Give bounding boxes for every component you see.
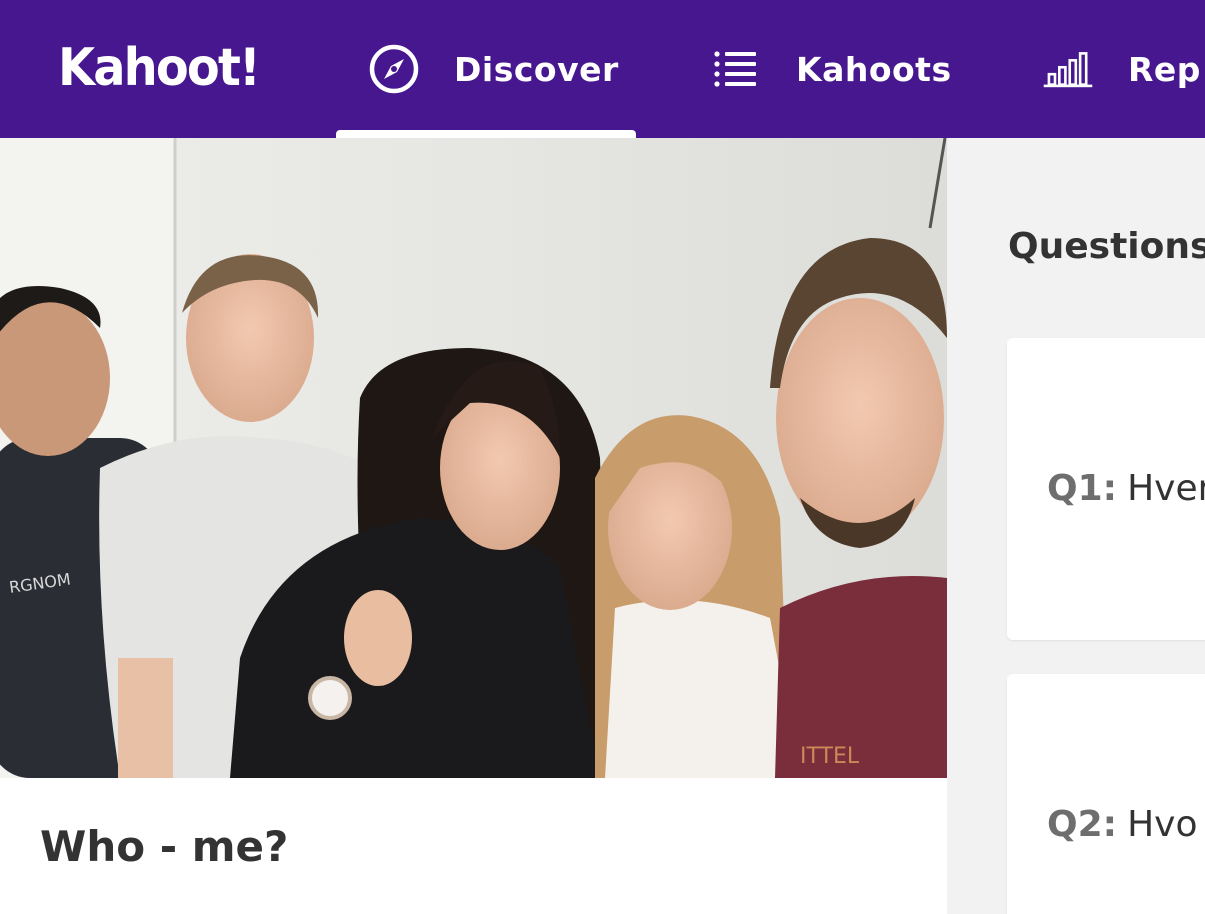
kahoot-logo[interactable]: Kahoot! xyxy=(58,36,261,100)
question-body: Hvo xyxy=(1127,804,1198,845)
nav-tab-reports[interactable]: Rep xyxy=(1042,0,1201,138)
nav-tab-discover-label: Discover xyxy=(454,49,619,89)
svg-text:ITTEL: ITTEL xyxy=(800,744,860,769)
kahoot-title: Who - me? xyxy=(40,822,289,871)
kahoot-cover-image: RGNOM ITTEL xyxy=(0,138,947,778)
question-card-2[interactable]: Q2: Hvo xyxy=(1007,674,1205,914)
question-number: Q1: xyxy=(1047,468,1118,509)
nav-tab-reports-label: Rep xyxy=(1128,49,1201,89)
questions-panel: Questions Q1: Hver Q2: Hvo xyxy=(947,138,1205,914)
nav-tab-kahoots[interactable]: Kahoots xyxy=(710,0,952,138)
question-body: Hver xyxy=(1127,468,1205,509)
nav-tab-kahoots-label: Kahoots xyxy=(796,49,952,89)
question-number: Q2: xyxy=(1047,804,1118,845)
group-selfie-photo: RGNOM ITTEL xyxy=(0,138,947,778)
nav-tab-discover[interactable]: Discover xyxy=(368,0,619,138)
list-icon xyxy=(710,43,762,95)
question-text: Q2: Hvo xyxy=(1047,804,1197,845)
bar-chart-icon xyxy=(1042,43,1094,95)
question-card-1[interactable]: Q1: Hver xyxy=(1007,338,1205,640)
top-navigation-bar: Kahoot! Discover Kahoots Rep xyxy=(0,0,1205,138)
active-tab-indicator xyxy=(336,130,636,138)
question-text: Q1: Hver xyxy=(1047,468,1205,509)
compass-icon xyxy=(368,43,420,95)
questions-heading: Questions xyxy=(1008,226,1205,267)
